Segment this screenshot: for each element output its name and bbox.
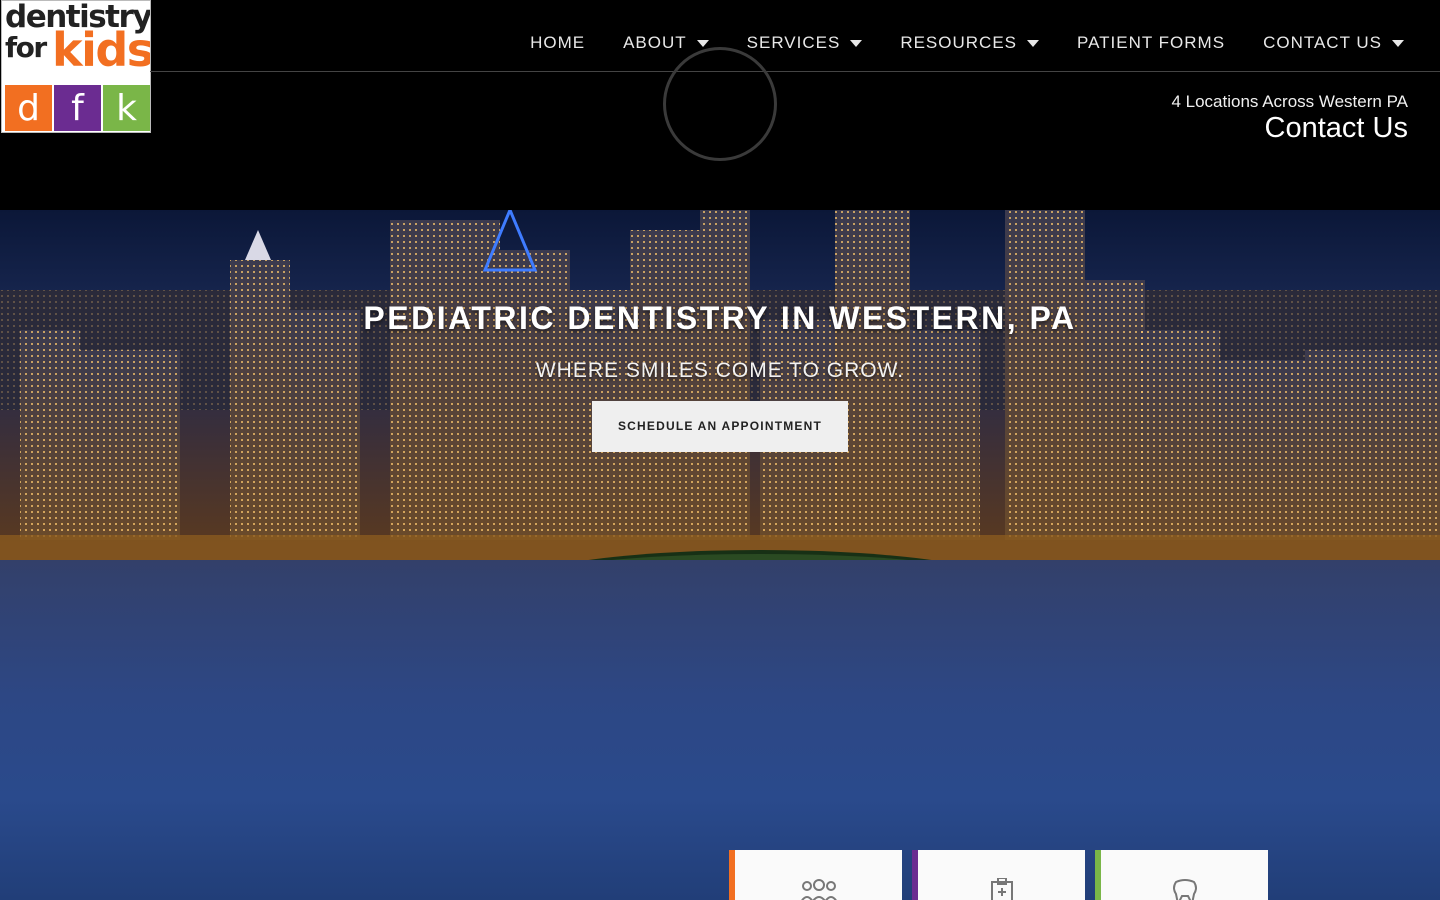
- logo-block-k: k: [103, 85, 150, 131]
- feature-card-office[interactable]: [912, 850, 1085, 900]
- nav-label-resources: RESOURCES: [900, 33, 1017, 52]
- logo-line-2: for: [5, 31, 47, 64]
- hero-content: PEDIATRIC DENTISTRY IN WESTERN, PA WHERE…: [0, 300, 1440, 452]
- header-contact-block: 4 Locations Across Western PA Contact Us: [1171, 92, 1408, 145]
- hero-banner: PEDIATRIC DENTISTRY IN WESTERN, PA WHERE…: [0, 210, 1440, 900]
- tooth-icon: [1172, 879, 1197, 900]
- nav-label-contact-us: CONTACT US: [1263, 33, 1382, 52]
- logo-block-f: f: [54, 85, 101, 131]
- nav-label-patient-forms: PATIENT FORMS: [1077, 33, 1226, 52]
- feature-card-tooth[interactable]: [1095, 850, 1268, 900]
- schedule-appointment-button[interactable]: SCHEDULE AN APPOINTMENT: [592, 401, 848, 452]
- caret-down-icon: [1392, 39, 1404, 47]
- locations-text: 4 Locations Across Western PA: [1171, 92, 1408, 111]
- dentistry-for-kids-logo[interactable]: dentistry for kids d f k: [1, 0, 151, 133]
- river-reflection: [0, 560, 1440, 900]
- logo-letter-blocks: d f k: [5, 85, 150, 131]
- loading-spinner-icon: [663, 47, 777, 161]
- main-nav: HOME ABOUT SERVICES RESOURCES PATIENT FO…: [530, 33, 1404, 53]
- nav-label-about: ABOUT: [623, 33, 687, 52]
- nav-item-contact-us[interactable]: CONTACT US: [1263, 33, 1404, 53]
- nav-label-home: HOME: [530, 33, 586, 52]
- caret-down-icon: [850, 39, 863, 47]
- nav-item-patient-forms[interactable]: PATIENT FORMS: [1077, 33, 1225, 53]
- caret-down-icon: [1027, 39, 1039, 47]
- hero-title: PEDIATRIC DENTISTRY IN WESTERN, PA: [363, 300, 1077, 336]
- nav-divider: [150, 71, 1440, 72]
- feature-card-people[interactable]: [729, 850, 902, 900]
- clipboard-icon: [990, 878, 1013, 900]
- nav-item-services[interactable]: SERVICES: [747, 33, 863, 53]
- feature-cards: [729, 850, 1268, 900]
- site-header: dentistry for kids d f k HOME ABOUT SERV…: [0, 0, 1440, 210]
- contact-us-link[interactable]: Contact Us: [1171, 112, 1408, 145]
- nav-item-about[interactable]: ABOUT: [623, 33, 709, 53]
- logo-line-3: kids: [52, 23, 151, 77]
- logo-block-d: d: [5, 85, 52, 131]
- hero-subtitle: WHERE SMILES COME TO GROW.: [535, 359, 905, 382]
- nav-item-home[interactable]: HOME: [530, 33, 585, 53]
- nav-item-resources[interactable]: RESOURCES: [900, 33, 1039, 53]
- caret-down-icon: [696, 39, 709, 47]
- nav-label-services: SERVICES: [746, 33, 841, 52]
- people-icon: [800, 879, 837, 900]
